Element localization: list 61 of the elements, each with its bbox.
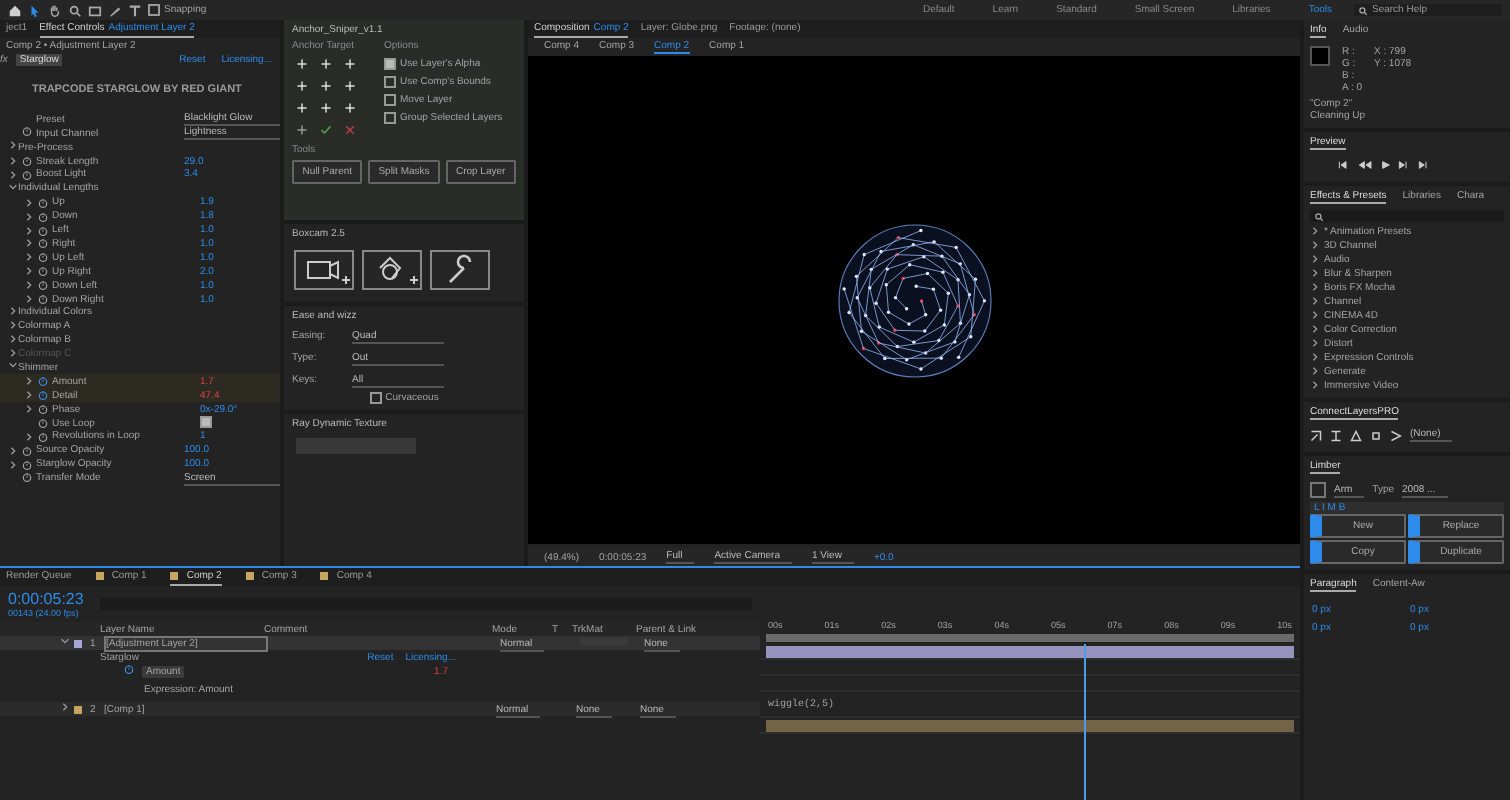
layer-bar[interactable] [766, 719, 1294, 732]
add-camera-icon[interactable] [294, 250, 354, 290]
anchor-point-icon[interactable] [344, 80, 356, 92]
checkmark-icon[interactable] [320, 124, 332, 136]
layer-bar[interactable] [766, 645, 1294, 658]
stopwatch-icon[interactable] [124, 664, 134, 674]
label-color-swatch[interactable] [74, 639, 82, 647]
stopwatch-icon[interactable] [38, 431, 48, 442]
effects-search-field[interactable] [1310, 210, 1504, 222]
stopwatch-icon[interactable] [22, 445, 32, 456]
stopwatch-icon[interactable] [38, 266, 48, 277]
stopwatch-icon[interactable] [22, 471, 32, 482]
plus-icon[interactable] [296, 124, 308, 136]
anchor-point-icon[interactable] [320, 58, 332, 70]
stopwatch-icon[interactable] [38, 238, 48, 249]
limb-picker[interactable] [1310, 482, 1326, 498]
stopwatch-icon[interactable] [38, 211, 48, 222]
stopwatch-icon[interactable] [38, 376, 48, 387]
stopwatch-icon[interactable] [22, 126, 32, 137]
work-area-bar[interactable] [766, 634, 1294, 643]
checkbox[interactable] [200, 415, 212, 428]
search-icon [1358, 5, 1368, 15]
twirl-chevron-icon[interactable] [60, 702, 70, 712]
stopwatch-icon[interactable] [38, 418, 48, 429]
stopwatch-icon[interactable] [38, 404, 48, 415]
snapping-checkbox[interactable] [148, 4, 160, 16]
hand-icon[interactable] [48, 3, 62, 17]
zoom-icon[interactable] [68, 3, 82, 17]
timecode[interactable]: 0:00:05:23 [8, 589, 84, 609]
anchor-point-icon[interactable] [320, 102, 332, 114]
option-checkbox[interactable] [384, 94, 396, 106]
close-icon[interactable] [344, 124, 356, 136]
stopwatch-icon[interactable] [38, 280, 48, 291]
rectangle-icon[interactable] [88, 3, 102, 17]
stopwatch-icon[interactable] [38, 225, 48, 236]
anchor-point-icon[interactable] [296, 58, 308, 70]
label-color-swatch[interactable] [74, 705, 82, 713]
anchor-point-icon[interactable] [320, 80, 332, 92]
option-checkbox[interactable] [384, 112, 396, 124]
selection-arrow-icon[interactable] [28, 3, 42, 17]
connect-tool-icon[interactable] [1310, 429, 1322, 441]
add-shape-icon[interactable] [362, 250, 422, 290]
option-checkbox[interactable] [384, 76, 396, 88]
option-checkbox[interactable] [384, 58, 396, 70]
anchor-point-icon[interactable] [296, 102, 308, 114]
anchor-point-icon[interactable] [296, 80, 308, 92]
stopwatch-icon[interactable] [22, 459, 32, 470]
stopwatch-icon[interactable] [38, 294, 48, 304]
stopwatch-icon[interactable] [22, 156, 32, 167]
stopwatch-icon[interactable] [38, 197, 48, 208]
stopwatch-icon[interactable] [38, 252, 48, 263]
connect-tool-icon[interactable] [1330, 429, 1342, 441]
search-icon [1314, 211, 1324, 221]
color-swatch [1310, 46, 1330, 66]
anchor-point-icon[interactable] [344, 58, 356, 70]
stopwatch-icon[interactable] [22, 169, 32, 180]
curvaceous-checkbox[interactable] [369, 392, 382, 404]
anchor-point-icon[interactable] [344, 102, 356, 114]
text-tool-icon[interactable] [128, 3, 142, 17]
twirl-chevron-icon[interactable] [60, 636, 70, 646]
stopwatch-icon[interactable] [38, 390, 48, 401]
